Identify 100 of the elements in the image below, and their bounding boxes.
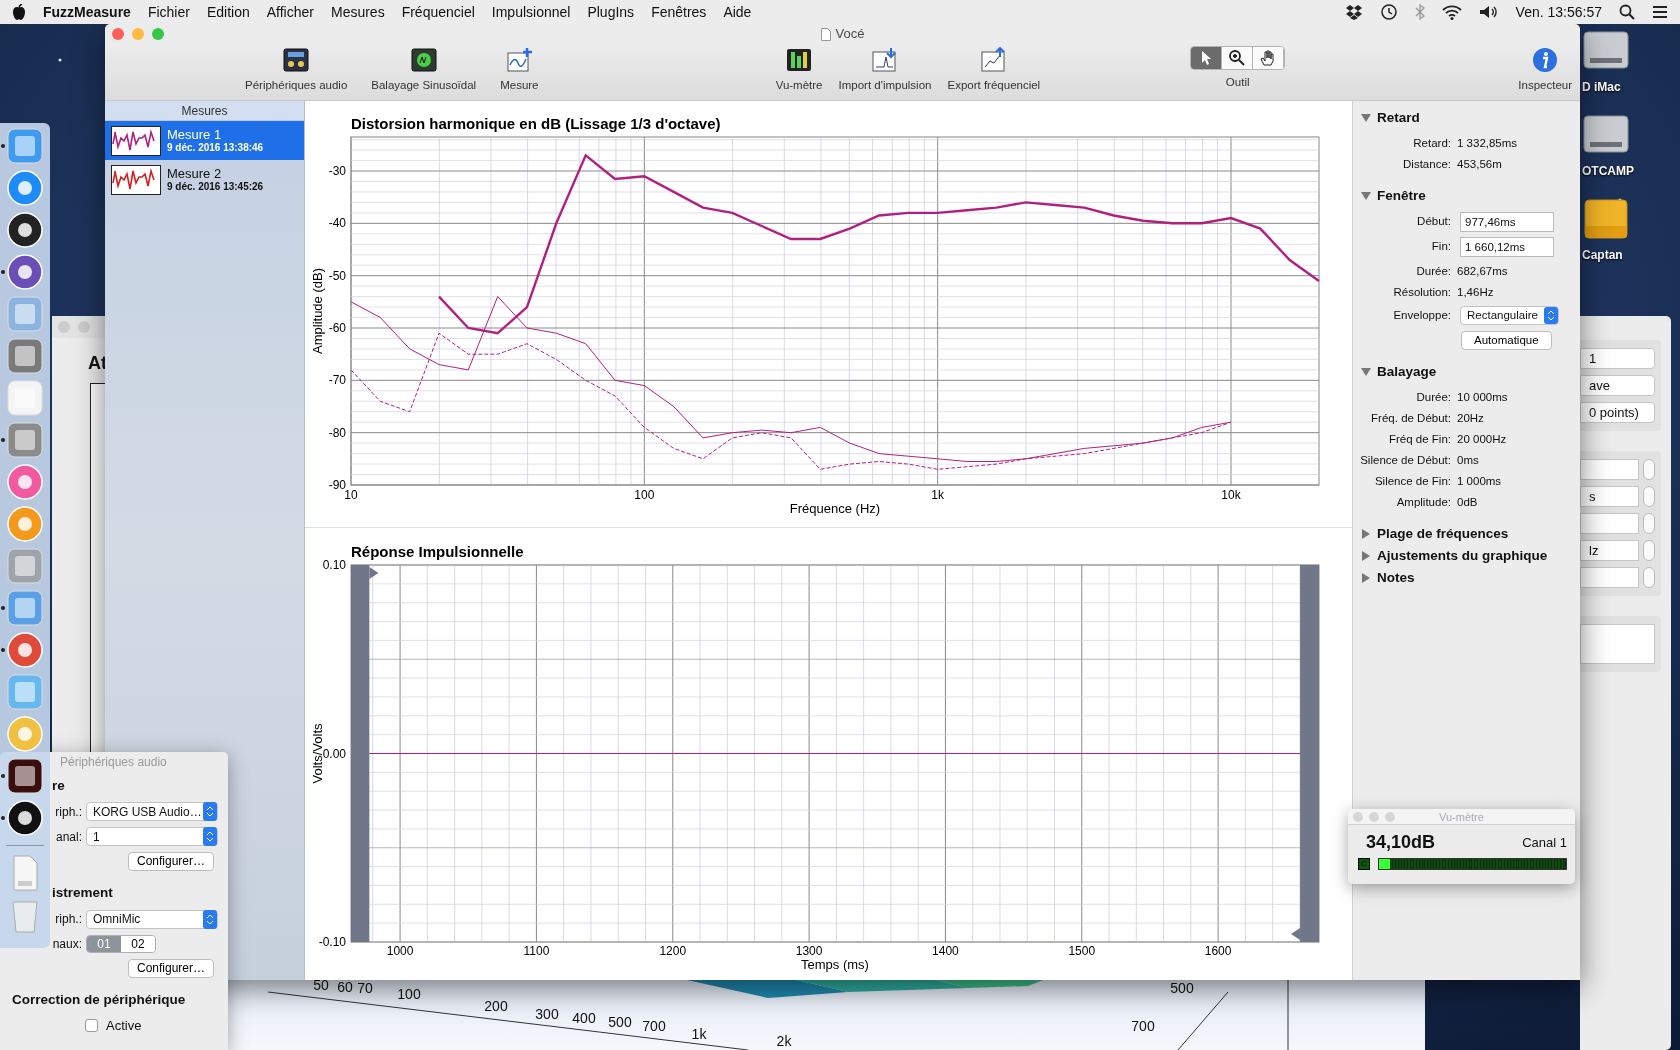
axis-label: 1k — [691, 1024, 707, 1044]
window-marker[interactable] — [351, 565, 379, 942]
automatic-button[interactable]: Automatique — [1461, 331, 1552, 350]
axis-label: -50 — [328, 268, 346, 283]
menu-item[interactable]: Fréquenciel — [401, 1, 475, 23]
stepper[interactable] — [1643, 459, 1655, 480]
axis-label: 10 — [344, 488, 358, 502]
measurement-item[interactable]: Mesure 2 9 déc. 2016 13:45:26 — [105, 160, 304, 199]
folder-icon[interactable] — [1582, 196, 1630, 240]
clock-text[interactable]: Ven. 13:56:57 — [1515, 1, 1602, 23]
desktop-label: D iMac — [1582, 79, 1621, 96]
toolbar-button[interactable]: Import d'impulsion — [834, 47, 936, 95]
menu-item[interactable]: PlugIns — [587, 1, 635, 23]
window-button[interactable] — [132, 28, 144, 40]
disclosure-icon[interactable] — [1361, 529, 1371, 539]
axis-label: 700 — [642, 1016, 666, 1036]
desktop-label: Captan — [1582, 247, 1623, 264]
menu-item[interactable]: Mesures — [330, 1, 385, 23]
stepper[interactable] — [1643, 567, 1655, 588]
field-label: Retard: — [1412, 135, 1451, 151]
field-value: 10 000ms — [1457, 389, 1508, 405]
disclosure-icon[interactable] — [1361, 551, 1371, 561]
toolbar-button[interactable]: Balayage Sinusoïdal — [367, 47, 481, 95]
menu-item[interactable]: Impulsionnel — [491, 1, 571, 23]
field-value: 0ms — [1457, 452, 1479, 468]
input-field[interactable]: 1 660,12ms — [1460, 236, 1554, 257]
section-title[interactable]: Retard — [1377, 107, 1420, 129]
axis-label: 50 — [313, 975, 329, 995]
checkbox[interactable] — [85, 1019, 98, 1032]
axis-label: -70 — [328, 373, 346, 388]
section-title: Correction de périphérique — [12, 990, 186, 1009]
disclosure-icon[interactable] — [1361, 367, 1371, 377]
measurement-item[interactable]: Mesure 1 9 déc. 2016 13:38:46 — [105, 121, 304, 160]
item-date: 9 déc. 2016 13:38:46 — [167, 141, 264, 154]
popup-button[interactable]: Rectangulaire — [1460, 306, 1559, 325]
bluetooth-icon[interactable] — [1414, 4, 1425, 20]
input-field[interactable] — [1580, 624, 1655, 664]
search-icon[interactable] — [1619, 4, 1635, 20]
field-label: Enveloppe: — [1392, 307, 1451, 323]
menu-item[interactable]: Fenêtres — [651, 1, 707, 23]
measure-icon — [505, 47, 534, 73]
menu-item[interactable]: Aide — [723, 1, 752, 23]
toolbar-button[interactable]: Périphériques audio — [241, 47, 352, 95]
disclosure-icon[interactable] — [1361, 191, 1371, 201]
popup-button[interactable]: KORG USB Audio… — [86, 802, 218, 822]
menu-item[interactable]: Edition — [206, 1, 250, 23]
stepper-arrows-icon — [203, 802, 217, 822]
section-title[interactable]: Notes — [1377, 567, 1415, 589]
field-value: 453,56m — [1457, 156, 1502, 172]
popup-button[interactable]: 0 points) — [1580, 402, 1655, 423]
popup-button[interactable]: OmniMic — [86, 909, 218, 929]
section-title[interactable]: Plage de fréquences — [1377, 523, 1509, 545]
section-title[interactable]: Balayage — [1377, 361, 1437, 383]
menu-item[interactable]: Afficher — [266, 1, 314, 23]
popup-button[interactable]: ave — [1580, 375, 1655, 396]
devices-icon — [282, 47, 311, 73]
popup-button[interactable]: 1 — [86, 827, 218, 847]
app-menu[interactable]: FuzzMeasure — [43, 1, 131, 23]
configure-button[interactable]: Configurer… — [128, 852, 215, 872]
input-field[interactable] — [1580, 459, 1639, 480]
speaker-icon[interactable] — [1478, 4, 1499, 20]
input-field[interactable] — [1580, 567, 1639, 588]
segmented-control[interactable] — [1190, 46, 1286, 70]
axis-label: 2k — [776, 1031, 792, 1050]
field-label: Fin: — [1430, 238, 1451, 254]
window-button[interactable] — [112, 28, 124, 40]
field-value: 20 000Hz — [1457, 431, 1507, 447]
window-button[interactable] — [152, 28, 164, 40]
zoom-icon — [1228, 49, 1247, 67]
history-icon[interactable] — [1379, 3, 1398, 21]
menu-icon[interactable] — [1652, 5, 1668, 19]
apple-icon[interactable] — [12, 4, 26, 20]
configure-button[interactable]: Configurer… — [128, 958, 215, 978]
input-field[interactable]: lz — [1580, 540, 1639, 561]
toolbar-button[interactable]: Export fréquenciel — [943, 47, 1045, 95]
toolbar-button[interactable]: Mesure — [496, 47, 543, 95]
axis-label: 1400 — [932, 944, 959, 958]
stepper[interactable] — [1643, 540, 1655, 561]
window-marker[interactable] — [1291, 565, 1319, 942]
toolbar-button[interactable]: Vu-mètre — [771, 47, 827, 95]
stepper[interactable] — [1643, 486, 1655, 507]
popup-button[interactable]: 1 — [1580, 348, 1655, 369]
app-icon[interactable] — [6, 757, 44, 795]
wifi-icon[interactable] — [1441, 4, 1462, 20]
dropbox-icon[interactable] — [1344, 4, 1363, 20]
toolbar-button[interactable]: Inspecteur — [1514, 44, 1576, 95]
input-field[interactable]: 977,46ms — [1460, 211, 1554, 232]
disclosure-icon[interactable] — [1361, 113, 1371, 123]
field-label: naux: — [51, 935, 82, 953]
desktop-label: OTCAMP — [1582, 163, 1634, 180]
section-title[interactable]: Ajustements du graphique — [1377, 545, 1548, 567]
stepper[interactable] — [1643, 513, 1655, 534]
menu-item[interactable]: Fichier — [147, 1, 190, 23]
section-title[interactable]: Fenêtre — [1377, 185, 1426, 207]
input-field[interactable] — [1580, 513, 1639, 534]
input-field[interactable]: s — [1580, 486, 1639, 507]
item-name: Mesure 1 — [167, 127, 223, 142]
disclosure-icon[interactable] — [1361, 573, 1371, 583]
stepper-arrows-icon — [1543, 307, 1558, 324]
segment-button[interactable]: 02 — [121, 935, 155, 952]
